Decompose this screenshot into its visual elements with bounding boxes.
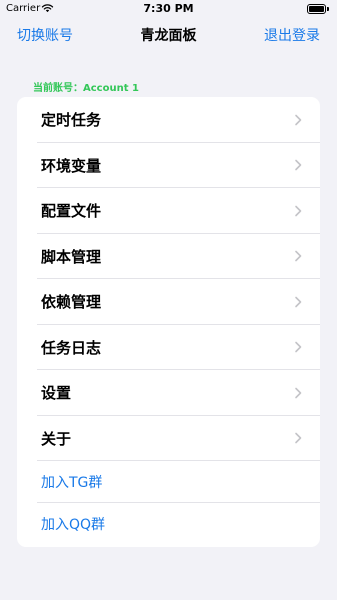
chevron-right-icon [295,387,302,399]
menu-item-scheduled-tasks[interactable]: 定时任务 [17,97,320,143]
battery-icon [307,4,329,14]
chevron-right-icon [295,159,302,171]
menu-item-label: 任务日志 [41,338,102,357]
chevron-right-icon [295,432,302,444]
menu-item-task-logs[interactable]: 任务日志 [17,325,320,370]
chevron-right-icon [295,341,302,353]
chevron-right-icon [295,114,302,126]
join-qq-group-link[interactable]: 加入QQ群 [17,503,320,545]
menu-item-label: 设置 [41,384,72,403]
chevron-right-icon [295,205,302,217]
logout-button[interactable]: 退出登录 [264,25,320,45]
link-label: 加入QQ群 [41,517,106,533]
link-label: 加入TG群 [41,475,103,491]
chevron-right-icon [295,250,302,262]
menu-item-label: 脚本管理 [41,247,102,266]
menu-item-script-management[interactable]: 脚本管理 [17,234,320,279]
menu-item-label: 定时任务 [41,111,102,130]
menu-card: 定时任务 环境变量 配置文件 脚本管理 依赖管理 任务日志 设置 关于 加入TG… [17,97,320,547]
menu-item-config-files[interactable]: 配置文件 [17,188,320,234]
chevron-right-icon [295,296,302,308]
menu-item-dependency-management[interactable]: 依赖管理 [17,279,320,325]
menu-item-label: 依赖管理 [41,293,102,312]
menu-item-label: 环境变量 [41,156,102,175]
menu-item-label: 配置文件 [41,202,102,221]
menu-item-about[interactable]: 关于 [17,416,320,461]
menu-item-label: 关于 [41,429,72,448]
status-bar: Carrier 7:30 PM [0,0,337,18]
screen: Carrier 7:30 PM 切换账号 青龙面板 退出登录 当前账号：Acco… [0,0,337,600]
current-account-label: 当前账号：Account 1 [33,83,139,94]
status-time: 7:30 PM [143,2,194,15]
menu-item-settings[interactable]: 设置 [17,370,320,416]
join-tg-group-link[interactable]: 加入TG群 [17,461,320,503]
navigation-bar: 切换账号 青龙面板 退出登录 [0,22,337,48]
menu-item-environment-variables[interactable]: 环境变量 [17,143,320,188]
